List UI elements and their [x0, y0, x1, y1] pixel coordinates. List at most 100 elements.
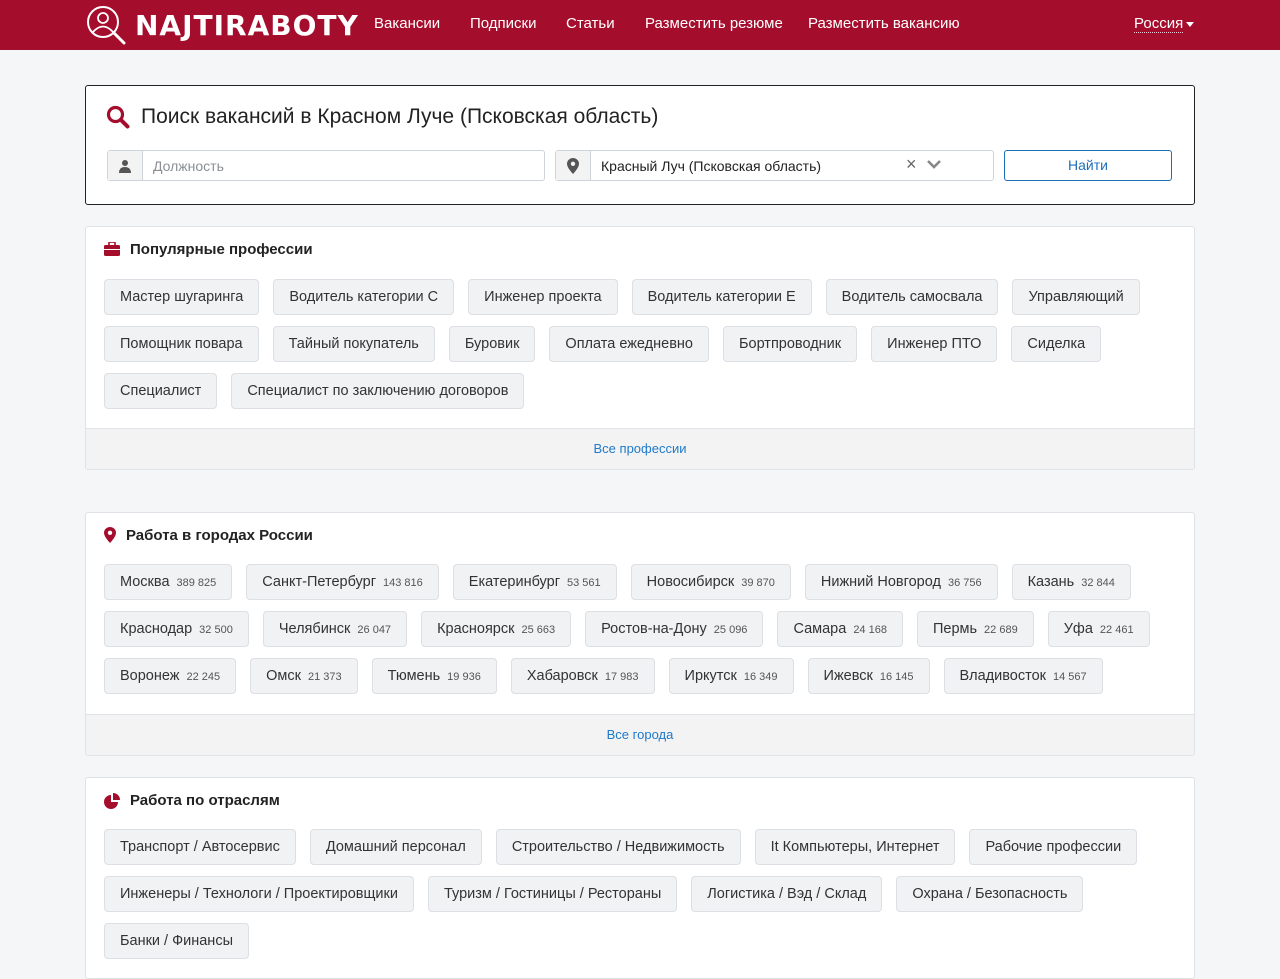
- position-input[interactable]: Должность: [153, 158, 224, 174]
- profession-chip[interactable]: Буровик: [448, 326, 536, 362]
- city-chip[interactable]: Самара 24 168: [777, 611, 903, 647]
- vacancy-count: 143 816: [383, 577, 423, 589]
- search-card: Поиск вакансий в Красном Луче (Псковская…: [85, 85, 1195, 205]
- nav-articles[interactable]: Статьи: [566, 15, 615, 32]
- nav-post-resume[interactable]: Разместить резюме: [645, 15, 783, 32]
- profession-chip[interactable]: Водитель категории Е: [631, 279, 812, 315]
- city-chip[interactable]: Москва 389 825: [104, 564, 233, 600]
- city-chip[interactable]: Красноярск 25 663: [421, 611, 572, 647]
- profession-chip[interactable]: Управляющий: [1012, 279, 1140, 315]
- city-chip[interactable]: Иркутск 16 349: [668, 658, 794, 694]
- chip-label: Иркутск: [684, 668, 737, 684]
- chip-label: Самара: [793, 621, 847, 637]
- all-cities-link[interactable]: Все города: [86, 714, 1194, 755]
- profession-chip[interactable]: Помощник повара: [104, 326, 259, 362]
- position-input-group[interactable]: Должность: [107, 150, 545, 181]
- city-chip[interactable]: Казань 32 844: [1011, 564, 1131, 600]
- profession-chip[interactable]: Специалист по заключению договоров: [231, 373, 525, 409]
- logo-text: NAJTIRABOTY: [135, 8, 359, 42]
- industries-list: Транспорт / Автосервис Домашний персонал С…: [104, 829, 1184, 959]
- cities-title: Работа в городах России: [126, 527, 313, 544]
- chip-label: Мастер шугаринга: [120, 289, 244, 305]
- city-chip[interactable]: Тюмень 19 936: [371, 658, 497, 694]
- industry-chip[interactable]: Транспорт / Автосервис: [104, 829, 296, 865]
- vacancy-count: 32 844: [1081, 577, 1115, 589]
- city-chip[interactable]: Санкт-Петербург 143 816: [246, 564, 439, 600]
- industry-chip[interactable]: Строительство / Недвижимость: [495, 829, 741, 865]
- chip-label: Тюмень: [387, 668, 441, 684]
- chip-label: Бортпроводник: [738, 336, 842, 352]
- chevron-down-icon[interactable]: [926, 157, 942, 176]
- location-value: Красный Луч (Псковская область): [601, 158, 822, 174]
- city-chip[interactable]: Воронеж 22 245: [104, 658, 237, 694]
- chip-label: Хабаровск: [526, 668, 598, 684]
- chip-label: Строительство / Недвижимость: [511, 839, 725, 855]
- city-chip[interactable]: Владивосток 14 567: [943, 658, 1103, 694]
- chip-label: Оплата ежедневно: [565, 336, 693, 352]
- profession-chip[interactable]: Сиделка: [1011, 326, 1102, 362]
- vacancy-count: 53 561: [567, 577, 601, 589]
- briefcase-icon: [104, 241, 120, 261]
- vacancy-count: 17 983: [604, 671, 639, 683]
- industry-chip[interactable]: Банки / Финансы: [104, 923, 249, 959]
- industry-chip[interactable]: It Компьютеры, Интернет: [754, 829, 956, 865]
- industry-chip[interactable]: Домашний персонал: [309, 829, 482, 865]
- profession-chip[interactable]: Инженер ПТО: [871, 326, 998, 362]
- chip-label: Охрана / Безопасность: [912, 886, 1068, 902]
- chip-label: Управляющий: [1028, 289, 1124, 305]
- profession-chip[interactable]: Специалист: [104, 373, 218, 409]
- city-chip[interactable]: Омск 21 373: [250, 658, 358, 694]
- profession-chip[interactable]: Оплата ежедневно: [549, 326, 709, 362]
- profession-chip[interactable]: Водитель категории С: [273, 279, 455, 315]
- chip-label: Омск: [266, 668, 301, 684]
- chip-label: It Компьютеры, Интернет: [770, 839, 940, 855]
- all-professions-link[interactable]: Все профессии: [86, 428, 1194, 469]
- location-select[interactable]: Красный Луч (Псковская область) ×: [555, 150, 994, 181]
- city-chip[interactable]: Краснодар 32 500: [104, 611, 249, 647]
- chip-label: Екатеринбург: [468, 574, 561, 590]
- industry-chip[interactable]: Логистика / Вэд / Склад: [691, 876, 883, 912]
- chip-label: Ижевск: [823, 668, 873, 684]
- site-logo[interactable]: NAJTIRABOTY: [85, 4, 359, 46]
- industry-chip[interactable]: Охрана / Безопасность: [896, 876, 1084, 912]
- chip-label: Инженер ПТО: [887, 336, 982, 352]
- profession-chip[interactable]: Тайный покупатель: [272, 326, 435, 362]
- vacancy-count: 39 870: [741, 577, 775, 589]
- nav-post-vacancy[interactable]: Разместить вакансию: [808, 15, 960, 32]
- profession-chip[interactable]: Бортпроводник: [722, 326, 858, 362]
- city-chip[interactable]: Пермь 22 689: [916, 611, 1034, 647]
- city-chip[interactable]: Уфа 22 461: [1047, 611, 1150, 647]
- nav-subscriptions[interactable]: Подписки: [470, 15, 537, 32]
- vacancy-count: 389 825: [176, 577, 217, 589]
- chip-label: Буровик: [464, 336, 520, 352]
- industry-chip[interactable]: Инженеры / Технологи / Проектировщики: [104, 876, 414, 912]
- profession-chip[interactable]: Водитель самосвала: [825, 279, 999, 315]
- nav-vacancies[interactable]: Вакансии: [374, 15, 440, 32]
- city-chip[interactable]: Хабаровск 17 983: [510, 658, 655, 694]
- industry-chip[interactable]: Туризм / Гостиницы / Рестораны: [427, 876, 678, 912]
- chip-label: Нижний Новгород: [820, 574, 941, 590]
- popular-professions-card: Популярные профессии Мастер шугаринга Вод…: [85, 226, 1195, 470]
- chip-label: Пермь: [932, 621, 978, 637]
- profession-chip[interactable]: Мастер шугаринга: [104, 279, 260, 315]
- city-chip[interactable]: Новосибирск 39 870: [630, 564, 791, 600]
- chip-label: Водитель категории С: [289, 289, 439, 305]
- clear-icon[interactable]: ×: [906, 154, 917, 175]
- city-chip[interactable]: Челябинск 26 047: [262, 611, 408, 647]
- profession-chip[interactable]: Инженер проекта: [468, 279, 618, 315]
- chip-label: Санкт-Петербург: [262, 574, 377, 590]
- search-icon: [106, 105, 130, 129]
- city-chip[interactable]: Нижний Новгород 36 756: [804, 564, 998, 600]
- city-chip[interactable]: Ростов-на-Дону 25 096: [585, 611, 764, 647]
- find-button[interactable]: Найти: [1004, 150, 1172, 181]
- country-selector[interactable]: Россия: [1134, 15, 1184, 33]
- chip-label: Уфа: [1063, 621, 1093, 637]
- industry-chip[interactable]: Рабочие профессии: [969, 829, 1138, 865]
- chip-label: Тайный покупатель: [288, 336, 419, 352]
- caret-down-icon[interactable]: [1186, 22, 1194, 27]
- city-chip[interactable]: Ижевск 16 145: [807, 658, 930, 694]
- industries-card: Работа по отраслям Транспорт / Автосерви…: [85, 777, 1195, 979]
- professions-title: Популярные профессии: [130, 241, 313, 258]
- city-chip[interactable]: Екатеринбург 53 561: [452, 564, 617, 600]
- vacancy-count: 16 349: [743, 671, 778, 683]
